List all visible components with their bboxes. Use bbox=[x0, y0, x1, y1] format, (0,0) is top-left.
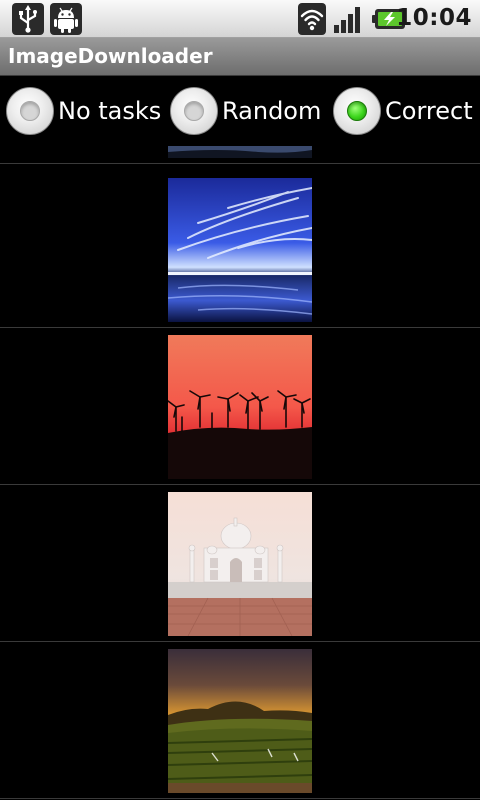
list-item[interactable] bbox=[0, 328, 480, 485]
list-item[interactable] bbox=[0, 146, 480, 164]
radio-button-circle[interactable] bbox=[333, 87, 381, 135]
list-item[interactable] bbox=[0, 485, 480, 642]
app-title: ImageDownloader bbox=[8, 44, 213, 68]
title-bar: ImageDownloader bbox=[0, 38, 480, 76]
usb-icon bbox=[12, 3, 44, 35]
list-item[interactable] bbox=[0, 642, 480, 799]
radio-label-no-tasks: No tasks bbox=[58, 97, 162, 125]
android-debug-icon bbox=[50, 3, 82, 35]
image-list[interactable] bbox=[0, 146, 480, 800]
thumbnail-image[interactable] bbox=[168, 492, 312, 637]
signal-icon bbox=[332, 3, 366, 35]
radio-random[interactable]: Random bbox=[170, 85, 321, 137]
thumbnail-image[interactable] bbox=[168, 146, 312, 158]
wifi-icon bbox=[298, 3, 326, 35]
radio-indicator bbox=[184, 101, 204, 121]
list-item[interactable] bbox=[0, 171, 480, 328]
thumbnail-image[interactable] bbox=[167, 178, 313, 322]
thumbnail-image[interactable] bbox=[167, 335, 312, 479]
radio-label-correct: Correct bbox=[385, 97, 473, 125]
clock-time: 10:04 bbox=[396, 5, 472, 31]
radio-label-random: Random bbox=[222, 97, 322, 125]
radio-no-tasks[interactable]: No tasks bbox=[6, 85, 161, 137]
radio-button-circle[interactable] bbox=[6, 87, 54, 135]
status-bar: 10:04 bbox=[0, 0, 480, 38]
radio-correct[interactable]: Correct bbox=[333, 85, 473, 137]
radio-indicator-checked bbox=[347, 101, 367, 121]
radio-button-circle[interactable] bbox=[170, 87, 218, 135]
radio-indicator bbox=[20, 101, 40, 121]
thumbnail-image[interactable] bbox=[167, 649, 313, 793]
mode-radio-group: No tasks Random Correct bbox=[0, 76, 480, 146]
